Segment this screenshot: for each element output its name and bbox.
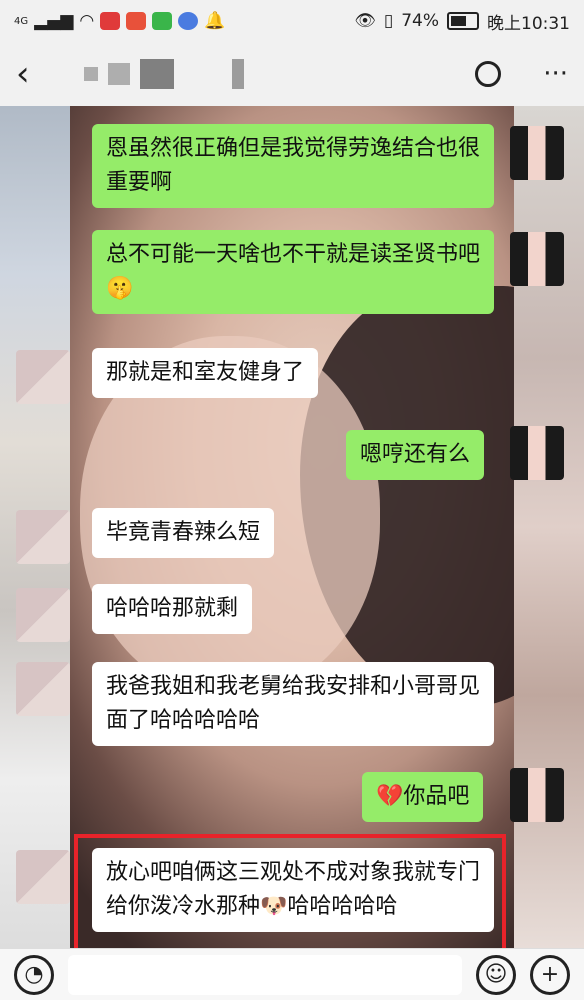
avatar[interactable] bbox=[510, 768, 564, 822]
avatar[interactable] bbox=[510, 126, 564, 180]
clock: 晚上10:31 bbox=[487, 13, 570, 34]
wifi-icon: ◠ bbox=[79, 11, 95, 31]
message-text: 那就是和室友健身了 bbox=[106, 360, 305, 385]
smiley-icon[interactable]: ☺ bbox=[476, 954, 516, 995]
message-bubble[interactable]: 恩虽然很正确但是我觉得劳逸结合也很重要啊 bbox=[92, 124, 494, 208]
app-icon bbox=[100, 12, 121, 30]
signal-icon: ▂▄▆ bbox=[34, 11, 74, 31]
message-text: 你品吧 bbox=[403, 784, 470, 809]
message-text: 我爸我姐和我老舅给我安排和小哥哥见面了哈哈哈哈哈 bbox=[106, 674, 481, 733]
bell-icon: 🔔 bbox=[204, 11, 226, 31]
highlight-box bbox=[74, 834, 506, 948]
avatar[interactable] bbox=[16, 850, 70, 904]
battery-icon bbox=[447, 12, 479, 30]
avatar[interactable] bbox=[16, 588, 70, 642]
avatar[interactable] bbox=[510, 426, 564, 480]
vibrate-icon: ▯ bbox=[383, 11, 394, 31]
message-text: 毕竟青春辣么短 bbox=[106, 520, 261, 545]
contact-name-redacted bbox=[84, 59, 244, 89]
network-label: 4G bbox=[14, 15, 29, 27]
message-text: 恩虽然很正确但是我觉得劳逸结合也很重要啊 bbox=[106, 136, 481, 195]
chat-header: ‹ ··· bbox=[0, 42, 584, 106]
status-ring-icon[interactable] bbox=[475, 61, 502, 87]
message-text: 嗯哼还有么 bbox=[360, 442, 471, 467]
message-bubble[interactable]: 我爸我姐和我老舅给我安排和小哥哥见面了哈哈哈哈哈 bbox=[92, 662, 494, 746]
plus-icon[interactable]: + bbox=[530, 954, 570, 995]
avatar[interactable] bbox=[16, 510, 70, 564]
more-icon[interactable]: ··· bbox=[543, 59, 568, 89]
avatar[interactable] bbox=[16, 350, 70, 404]
avatar[interactable] bbox=[510, 232, 564, 286]
message-bubble[interactable]: 💔你品吧 bbox=[362, 772, 484, 822]
message-bubble[interactable]: 嗯哼还有么 bbox=[346, 430, 485, 480]
message-bubble[interactable]: 哈哈哈那就剩 bbox=[92, 584, 253, 634]
message-text: 总不可能一天啥也不干就是读圣贤书吧 bbox=[106, 242, 481, 267]
app-icon bbox=[126, 12, 147, 30]
chevron-left-icon[interactable]: ‹ bbox=[16, 54, 56, 94]
message-bubble[interactable]: 毕竟青春辣么短 bbox=[92, 508, 275, 558]
avatar[interactable] bbox=[16, 662, 70, 716]
message-text: 哈哈哈那就剩 bbox=[106, 596, 239, 621]
broken-heart-icon: 💔 bbox=[376, 784, 404, 809]
eye-icon: 👁 bbox=[354, 11, 376, 31]
status-bar: 4G ▂▄▆ ◠ 🔔 👁 ▯ 74% 晚上10:31 bbox=[0, 0, 584, 42]
message-bubble[interactable]: 总不可能一天啥也不干就是读圣贤书吧 🤫 bbox=[92, 230, 494, 314]
battery-percent: 74% bbox=[401, 11, 439, 31]
voice-icon[interactable]: ◔ bbox=[14, 954, 54, 995]
app-icon bbox=[152, 12, 173, 30]
message-bubble[interactable]: 那就是和室友健身了 bbox=[92, 348, 319, 398]
music-icon bbox=[178, 12, 199, 30]
input-bar: ◔ ☺ + bbox=[0, 948, 584, 1000]
chat-area[interactable]: 恩虽然很正确但是我觉得劳逸结合也很重要啊 总不可能一天啥也不干就是读圣贤书吧🤫 … bbox=[0, 106, 584, 948]
shush-emoji-icon: 🤫 bbox=[106, 276, 134, 301]
message-input[interactable] bbox=[68, 954, 462, 995]
